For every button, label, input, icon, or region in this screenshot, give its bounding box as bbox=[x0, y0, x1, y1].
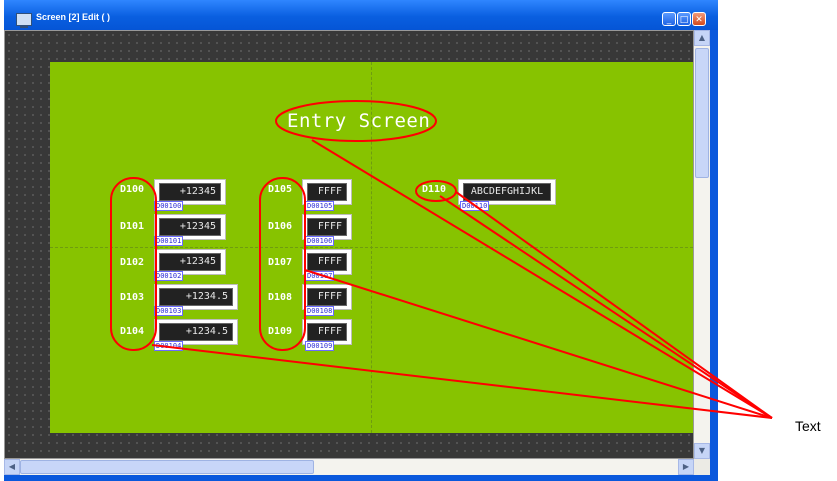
label-d107[interactable]: D107 bbox=[268, 257, 292, 268]
device-tag: D00102 bbox=[154, 271, 184, 281]
device-tag: D00100 bbox=[154, 201, 184, 211]
label-d104[interactable]: D104 bbox=[120, 326, 144, 337]
monitor-icon bbox=[16, 13, 32, 28]
label-d109[interactable]: D109 bbox=[268, 326, 292, 337]
minimize-button[interactable]: _ bbox=[662, 12, 676, 26]
device-tag: D00104 bbox=[154, 341, 184, 351]
label-d106[interactable]: D106 bbox=[268, 221, 292, 232]
label-d101[interactable]: D101 bbox=[120, 221, 144, 232]
screen-title-text[interactable]: Entry Screen bbox=[287, 110, 430, 132]
label-d110[interactable]: D110 bbox=[422, 184, 446, 195]
device-tag: D00105 bbox=[305, 201, 335, 211]
device-tag: D00109 bbox=[305, 341, 335, 351]
device-tag: D00101 bbox=[154, 236, 184, 246]
device-tag: D00110 bbox=[460, 201, 490, 211]
resize-grip-icon[interactable] bbox=[694, 459, 710, 475]
scroll-right-arrow-icon[interactable]: ▶ bbox=[678, 459, 694, 475]
label-d108[interactable]: D108 bbox=[268, 292, 292, 303]
device-tag: D00107 bbox=[305, 271, 335, 281]
device-tag: D00108 bbox=[305, 306, 335, 316]
label-d100[interactable]: D100 bbox=[120, 184, 144, 195]
title-bar[interactable]: Screen [2] Edit ( ) _ □ ✕ bbox=[4, 0, 718, 30]
device-tag: D00103 bbox=[154, 306, 184, 316]
label-d105[interactable]: D105 bbox=[268, 184, 292, 195]
close-button[interactable]: ✕ bbox=[692, 12, 706, 26]
scroll-up-arrow-icon[interactable]: ▲ bbox=[694, 30, 710, 46]
horizontal-scroll-thumb[interactable] bbox=[20, 460, 314, 474]
vertical-scrollbar[interactable]: ▲ ▼ bbox=[694, 30, 710, 459]
callout-label: Text bbox=[795, 418, 821, 434]
label-d102[interactable]: D102 bbox=[120, 257, 144, 268]
vertical-scroll-thumb[interactable] bbox=[695, 48, 709, 178]
maximize-button[interactable]: □ bbox=[677, 12, 691, 26]
label-d103[interactable]: D103 bbox=[120, 292, 144, 303]
horizontal-scrollbar[interactable]: ◀ ▶ bbox=[4, 459, 694, 475]
scroll-left-arrow-icon[interactable]: ◀ bbox=[4, 459, 20, 475]
scroll-down-arrow-icon[interactable]: ▼ bbox=[694, 443, 710, 459]
window-title: Screen [2] Edit ( ) bbox=[36, 12, 111, 22]
device-tag: D00106 bbox=[305, 236, 335, 246]
